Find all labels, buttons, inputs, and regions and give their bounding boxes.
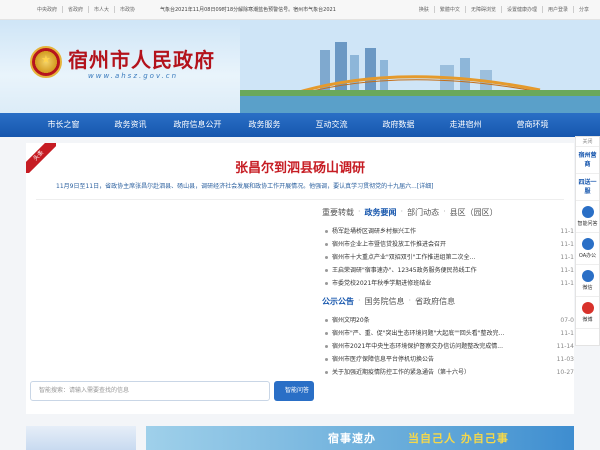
- float-wechat[interactable]: 微信: [576, 265, 599, 297]
- site-url: www.ahsz.gov.cn: [88, 72, 179, 80]
- suzhou-service-banner[interactable]: 宿事速办 当自己人 办自己事: [146, 426, 574, 450]
- top-link-health[interactable]: 设置健康办理: [502, 6, 543, 13]
- search-row: 智能搜索：请输入需要查找的信息: [30, 381, 310, 401]
- headline-title[interactable]: 张昌尔到泗县砀山调研: [26, 157, 574, 176]
- top-link-city-npc[interactable]: 市人大: [89, 6, 116, 13]
- tab-state-council[interactable]: 国务院信息: [365, 296, 409, 310]
- news-panel: 重要转载 · 政务要闻 · 部门动态 · 县区（园区） 杨军赴埇桥区调研乡村振兴…: [322, 207, 574, 414]
- city-skyline-image: [240, 20, 600, 113]
- top-link-traditional[interactable]: 繁體中文: [435, 6, 466, 13]
- list-item[interactable]: 关于加强近期疫情防控工作的紧急通告（第十六号） 10-27: [322, 366, 574, 379]
- top-link-skin[interactable]: 换肤: [414, 6, 435, 13]
- close-button[interactable]: 关闭: [576, 137, 599, 147]
- list-item[interactable]: 杨军赴埇桥区调研乡村振兴工作 11-1: [322, 225, 574, 238]
- image-carousel-area: [30, 205, 315, 405]
- weather-ticker[interactable]: 气象台2021年11月08日09时18分解除寒潮蓝色预警信号。宿州市气象台202…: [160, 6, 360, 13]
- smart-qa-button[interactable]: 智能问答: [280, 381, 314, 401]
- nav-interaction[interactable]: 互动交流: [298, 113, 365, 137]
- top-links-right: 换肤 繁體中文 无障碍浏览 设置健康办理 用户登录 分享: [414, 6, 594, 13]
- list-item[interactable]: 宿州市2021年中央生态环境保护督察交办信访问题整改完成情... 11-14: [322, 340, 574, 353]
- float-link-business[interactable]: 宿州营商: [576, 147, 599, 174]
- news-tabs: 重要转载 · 政务要闻 · 部门动态 · 县区（园区）: [322, 207, 574, 221]
- main-nav: 市长之窗 政务资讯 政府信息公开 政务服务 互动交流 政府数据 走进宿州 营商环…: [0, 113, 600, 137]
- wechat-icon: [581, 270, 594, 282]
- list-item[interactable]: 宿州文明20条 07-0: [322, 314, 574, 327]
- weibo-icon: [581, 302, 594, 314]
- nav-gov-services[interactable]: 政务服务: [231, 113, 298, 137]
- tab-reprints[interactable]: 重要转载: [322, 207, 358, 221]
- nav-about-suzhou[interactable]: 走进宿州: [432, 113, 499, 137]
- list-item[interactable]: 宿州市十大重点产业"双招双引"工作推进组第二次全... 11-1: [322, 251, 574, 264]
- top-link-city-cppcc[interactable]: 市政协: [115, 6, 140, 13]
- tab-county-news[interactable]: 县区（园区）: [450, 207, 502, 221]
- nav-gov-news[interactable]: 政务资讯: [97, 113, 164, 137]
- float-smart-qa[interactable]: 智能问答: [576, 201, 599, 233]
- robot-icon: [581, 206, 594, 218]
- nav-info-disclosure[interactable]: 政府信息公开: [164, 113, 231, 137]
- float-weibo[interactable]: 微博: [576, 297, 599, 329]
- bottom-left-banner[interactable]: [26, 426, 136, 450]
- top-link-accessibility[interactable]: 无障碍浏览: [466, 6, 502, 13]
- nav-business-env[interactable]: 营商环境: [499, 113, 566, 137]
- tab-notices[interactable]: 公示公告: [322, 296, 358, 310]
- national-emblem-icon: [30, 46, 62, 78]
- notice-tabs: 公示公告 · 国务院信息 · 省政府信息: [322, 296, 574, 310]
- tab-dept-news[interactable]: 部门动态: [407, 207, 443, 221]
- top-link-login[interactable]: 用户登录: [543, 6, 574, 13]
- headline-divider: [36, 199, 564, 200]
- top-link-share[interactable]: 分享: [574, 6, 594, 13]
- list-item[interactable]: 宿州市企业上市暨信贷投放工作推进会召开 11-1: [322, 238, 574, 251]
- nav-gov-data[interactable]: 政府数据: [365, 113, 432, 137]
- float-link-four-services[interactable]: 四送一服: [576, 174, 599, 201]
- bottom-strip: 宿事速办 当自己人 办自己事: [0, 414, 600, 450]
- list-item[interactable]: 宿州市"严、重、促"突出生态环境问题"大起底""回头看"整改完... 11-1: [322, 327, 574, 340]
- top-links-left: 中央政府 省政府 市人大 市政协: [32, 6, 140, 13]
- news-list: 杨军赴埇桥区调研乡村振兴工作 11-1 宿州市企业上市暨信贷投放工作推进会召开 11…: [322, 225, 574, 290]
- banner-text-slogan: 当自己人 办自己事: [408, 432, 509, 445]
- site-banner: 宿州市人民政府 www.ahsz.gov.cn: [0, 20, 600, 113]
- headline-summary[interactable]: 11月9日至11日，省政协主席张昌尔赴泗县、砀山县，调研经济社会发展和政协工作开…: [56, 181, 556, 190]
- top-link-province-gov[interactable]: 省政府: [63, 6, 90, 13]
- list-item[interactable]: 宿州市医疗保障信息平台停机切换公告 11-03: [322, 353, 574, 366]
- site-title[interactable]: 宿州市人民政府: [68, 44, 215, 73]
- nav-mayor-window[interactable]: 市长之窗: [30, 113, 97, 137]
- banner-text-main: 宿事速办: [328, 432, 376, 445]
- list-item[interactable]: 王启荣调研"宿事速办"、12345政务服务便民热线工作 11-1: [322, 264, 574, 277]
- list-item[interactable]: 市委党校2021年秋季学期进修班结业 11-1: [322, 277, 574, 290]
- floating-sidebar: 关闭 宿州营商 四送一服 智能问答 OA办公 微信 微博: [575, 136, 600, 346]
- main-content: 头条 张昌尔到泗县砀山调研 11月9日至11日，省政协主席张昌尔赴泗县、砀山县，…: [26, 143, 574, 414]
- oa-icon: [581, 238, 594, 250]
- notice-list: 宿州文明20条 07-0 宿州市"严、重、促"突出生态环境问题"大起底""回头看"…: [322, 314, 574, 379]
- top-bar: 中央政府 省政府 市人大 市政协 气象台2021年11月08日09时18分解除寒…: [0, 0, 600, 20]
- top-link-central-gov[interactable]: 中央政府: [32, 6, 64, 13]
- search-input[interactable]: 智能搜索：请输入需要查找的信息: [30, 381, 270, 401]
- float-oa[interactable]: OA办公: [576, 233, 599, 265]
- tab-province-info[interactable]: 省政府信息: [415, 296, 459, 310]
- tab-gov-news[interactable]: 政务要闻: [365, 207, 401, 221]
